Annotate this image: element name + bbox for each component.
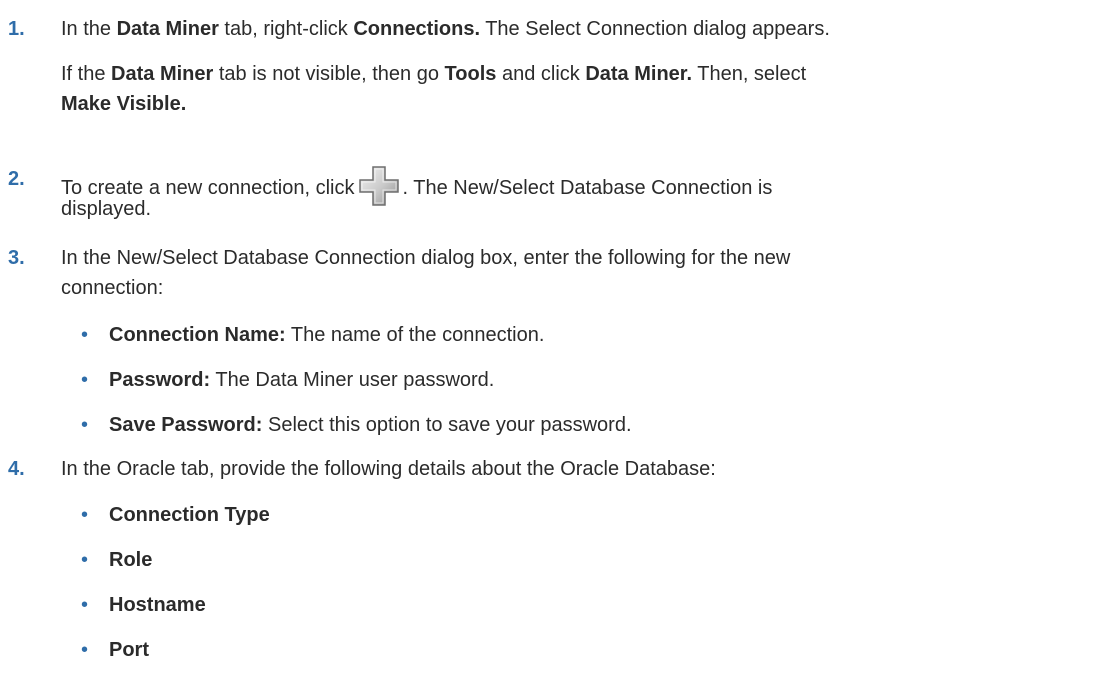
text-run: tab is not visible, then go: [213, 63, 445, 85]
step-number: 4.: [8, 458, 25, 480]
bold-term: Hostname: [109, 594, 206, 616]
bold-term: Data Miner: [116, 18, 219, 40]
text-run: Then, select: [692, 63, 807, 85]
text-run: In the: [61, 18, 117, 40]
step-2-continuation: displayed.: [61, 198, 152, 220]
bullet-marker: •: [81, 594, 89, 616]
bold-term: Data Miner: [111, 63, 214, 85]
text-run: Select this option to save your password…: [262, 414, 632, 436]
text-run: The Select Connection dialog appears.: [480, 18, 830, 40]
bullet-text: Port: [109, 635, 1089, 665]
bold-term: Connections.: [353, 18, 481, 40]
step-1-note: If the Data Miner tab is not visible, th…: [61, 59, 1091, 119]
bullet-marker: •: [81, 639, 89, 661]
bullet-text: Password: The Data Miner user password.: [109, 365, 1089, 395]
bold-term: Save Password:: [109, 414, 263, 436]
bold-term: Port: [109, 639, 149, 661]
bullet-text: Role: [109, 545, 1089, 575]
bullet-marker: •: [81, 549, 89, 571]
bold-term: Connection Name:: [109, 324, 286, 346]
bold-term: Tools: [444, 63, 497, 85]
bullet-marker: •: [81, 324, 89, 346]
bullet-marker: •: [81, 414, 89, 436]
bold-term: Make Visible.: [61, 93, 187, 115]
step-number: 1.: [8, 18, 25, 40]
bullet-text: Connection Type: [109, 500, 1089, 530]
note-line: Make Visible.: [61, 89, 1091, 119]
step-text: In the Oracle tab, provide the following…: [61, 458, 716, 480]
step-3-continuation: connection:: [61, 277, 164, 299]
text-run: and click: [496, 63, 586, 85]
step-number: 3.: [8, 247, 25, 269]
bold-term: Password:: [109, 369, 211, 391]
bold-term: Connection Type: [109, 504, 270, 526]
step-text: In the New/Select Database Connection di…: [61, 247, 791, 269]
note-line: If the Data Miner tab is not visible, th…: [61, 59, 1091, 89]
text-run: If the: [61, 63, 112, 85]
text-run: tab, right-click: [218, 18, 354, 40]
bullet-marker: •: [81, 369, 89, 391]
step-text: In the Data Miner tab, right-click Conne…: [61, 14, 1091, 44]
step-number: 2.: [8, 168, 25, 190]
text-run: The name of the connection.: [285, 324, 545, 346]
bullet-text: Connection Name: The name of the connect…: [109, 320, 1089, 350]
bullet-text: Save Password: Select this option to sav…: [109, 410, 1089, 440]
text-run: The Data Miner user password.: [210, 369, 495, 391]
bullet-marker: •: [81, 504, 89, 526]
bullet-text: Hostname: [109, 590, 1089, 620]
bold-term: Role: [109, 549, 153, 571]
bold-term: Data Miner.: [585, 63, 693, 85]
